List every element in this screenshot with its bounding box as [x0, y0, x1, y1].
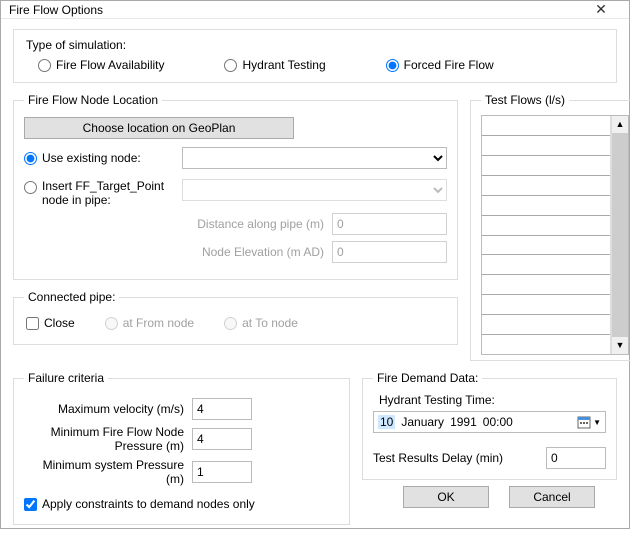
min-sys-input[interactable]	[192, 461, 252, 483]
grid-cell[interactable]	[482, 236, 610, 256]
radio-at-from-node: at From node	[105, 316, 194, 330]
radio-label-to: at To node	[242, 316, 298, 330]
max-vel-label: Maximum velocity (m/s)	[24, 402, 184, 416]
ok-button[interactable]: OK	[403, 486, 489, 508]
grid-cell[interactable]	[482, 315, 610, 335]
grid-cell[interactable]	[482, 116, 610, 136]
grid-cell[interactable]	[482, 176, 610, 196]
radio-at-to-node: at To node	[224, 316, 298, 330]
max-vel-input[interactable]	[192, 398, 252, 420]
radio-fire-flow-availability[interactable]: Fire Flow Availability	[38, 58, 164, 72]
chevron-down-icon[interactable]: ▼	[593, 418, 601, 427]
calendar-icon[interactable]	[577, 415, 591, 429]
elevation-label: Node Elevation (m AD)	[24, 245, 324, 259]
min-ff-label: Minimum Fire Flow Node Pressure (m)	[24, 425, 184, 453]
date-year[interactable]: 1991	[450, 415, 477, 429]
radio-label-existing: Use existing node:	[42, 151, 141, 165]
date-month[interactable]: January	[401, 415, 444, 429]
apply-constraints-label: Apply constraints to demand nodes only	[42, 497, 255, 511]
window-title: Fire Flow Options	[9, 3, 581, 17]
connected-pipe-group: Connected pipe: Close at From node	[13, 290, 458, 345]
grid-cell[interactable]	[482, 255, 610, 275]
radio-insert-ff-target[interactable]: Insert FF_Target_Point node in pipe:	[24, 179, 174, 207]
type-sim-label: Type of simulation:	[26, 38, 606, 52]
fire-demand-data-group: Fire Demand Data: Hydrant Testing Time: …	[362, 371, 617, 480]
distance-input	[332, 213, 447, 235]
fire-demand-legend: Fire Demand Data:	[373, 371, 482, 385]
distance-label: Distance along pipe (m)	[24, 217, 324, 231]
choose-location-button[interactable]: Choose location on GeoPlan	[24, 117, 294, 139]
results-delay-label: Test Results Delay (min)	[373, 451, 538, 465]
grid-cell[interactable]	[482, 156, 610, 176]
elevation-input	[332, 241, 447, 263]
grid-cell[interactable]	[482, 136, 610, 156]
radio-input-avail[interactable]	[38, 59, 51, 72]
radio-forced-fire-flow[interactable]: Forced Fire Flow	[386, 58, 494, 72]
test-flows-group: Test Flows (l/s)	[470, 93, 630, 361]
radio-label-from: at From node	[123, 316, 194, 330]
min-sys-label: Minimum system Pressure (m)	[24, 458, 184, 486]
node-loc-legend: Fire Flow Node Location	[24, 93, 162, 107]
radio-input-insert[interactable]	[24, 181, 37, 194]
scroll-down-icon[interactable]: ▼	[612, 337, 628, 354]
radio-label-hydrant: Hydrant Testing	[242, 58, 325, 72]
close-checkbox-input[interactable]	[26, 317, 39, 330]
grid-cell[interactable]	[482, 216, 610, 236]
close-icon[interactable]: ✕	[581, 1, 621, 18]
min-ff-input[interactable]	[192, 428, 252, 450]
test-flows-legend: Test Flows (l/s)	[481, 93, 569, 107]
radio-use-existing-node[interactable]: Use existing node:	[24, 151, 174, 165]
type-of-simulation: Type of simulation: Fire Flow Availabili…	[13, 29, 617, 83]
radio-input-existing[interactable]	[24, 152, 37, 165]
datetime-picker[interactable]: 10 January 1991 00:00	[373, 411, 606, 433]
scroll-thumb[interactable]	[612, 133, 628, 337]
content-area: Type of simulation: Fire Flow Availabili…	[1, 19, 629, 537]
radio-label-insert: Insert FF_Target_Point node in pipe:	[42, 179, 174, 207]
radio-input-from	[105, 317, 118, 330]
grid-cells[interactable]	[482, 116, 611, 354]
radio-hydrant-testing[interactable]: Hydrant Testing	[224, 58, 325, 72]
results-delay-input[interactable]	[546, 447, 606, 469]
grid-cell[interactable]	[482, 295, 610, 315]
close-label: Close	[44, 316, 75, 330]
radio-input-forced[interactable]	[386, 59, 399, 72]
radio-input-hydrant[interactable]	[224, 59, 237, 72]
existing-node-select[interactable]	[182, 147, 447, 169]
scroll-up-icon[interactable]: ▲	[612, 116, 628, 133]
close-checkbox[interactable]: Close	[26, 316, 75, 330]
failure-legend: Failure criteria	[24, 371, 108, 385]
connected-legend: Connected pipe:	[24, 290, 119, 304]
titlebar: Fire Flow Options ✕	[1, 1, 629, 19]
date-time[interactable]: 00:00	[483, 415, 513, 429]
radio-input-to	[224, 317, 237, 330]
grid-cell[interactable]	[482, 196, 610, 216]
cancel-button[interactable]: Cancel	[509, 486, 595, 508]
grid-cell[interactable]	[482, 335, 610, 354]
failure-criteria-group: Failure criteria Maximum velocity (m/s) …	[13, 371, 350, 525]
radio-label-avail: Fire Flow Availability	[56, 58, 164, 72]
apply-constraints-input[interactable]	[24, 498, 37, 511]
fire-flow-node-location-group: Fire Flow Node Location Choose location …	[13, 93, 458, 280]
hydrant-time-label: Hydrant Testing Time:	[379, 393, 606, 407]
radio-label-forced: Forced Fire Flow	[404, 58, 494, 72]
date-day[interactable]: 10	[378, 415, 395, 429]
apply-constraints-checkbox[interactable]: Apply constraints to demand nodes only	[24, 497, 255, 511]
dialog-window: Fire Flow Options ✕ Type of simulation: …	[0, 0, 630, 529]
grid-cell[interactable]	[482, 275, 610, 295]
scrollbar[interactable]: ▲ ▼	[611, 116, 628, 354]
insert-pipe-select	[182, 179, 447, 201]
test-flows-grid[interactable]: ▲ ▼	[481, 115, 629, 355]
